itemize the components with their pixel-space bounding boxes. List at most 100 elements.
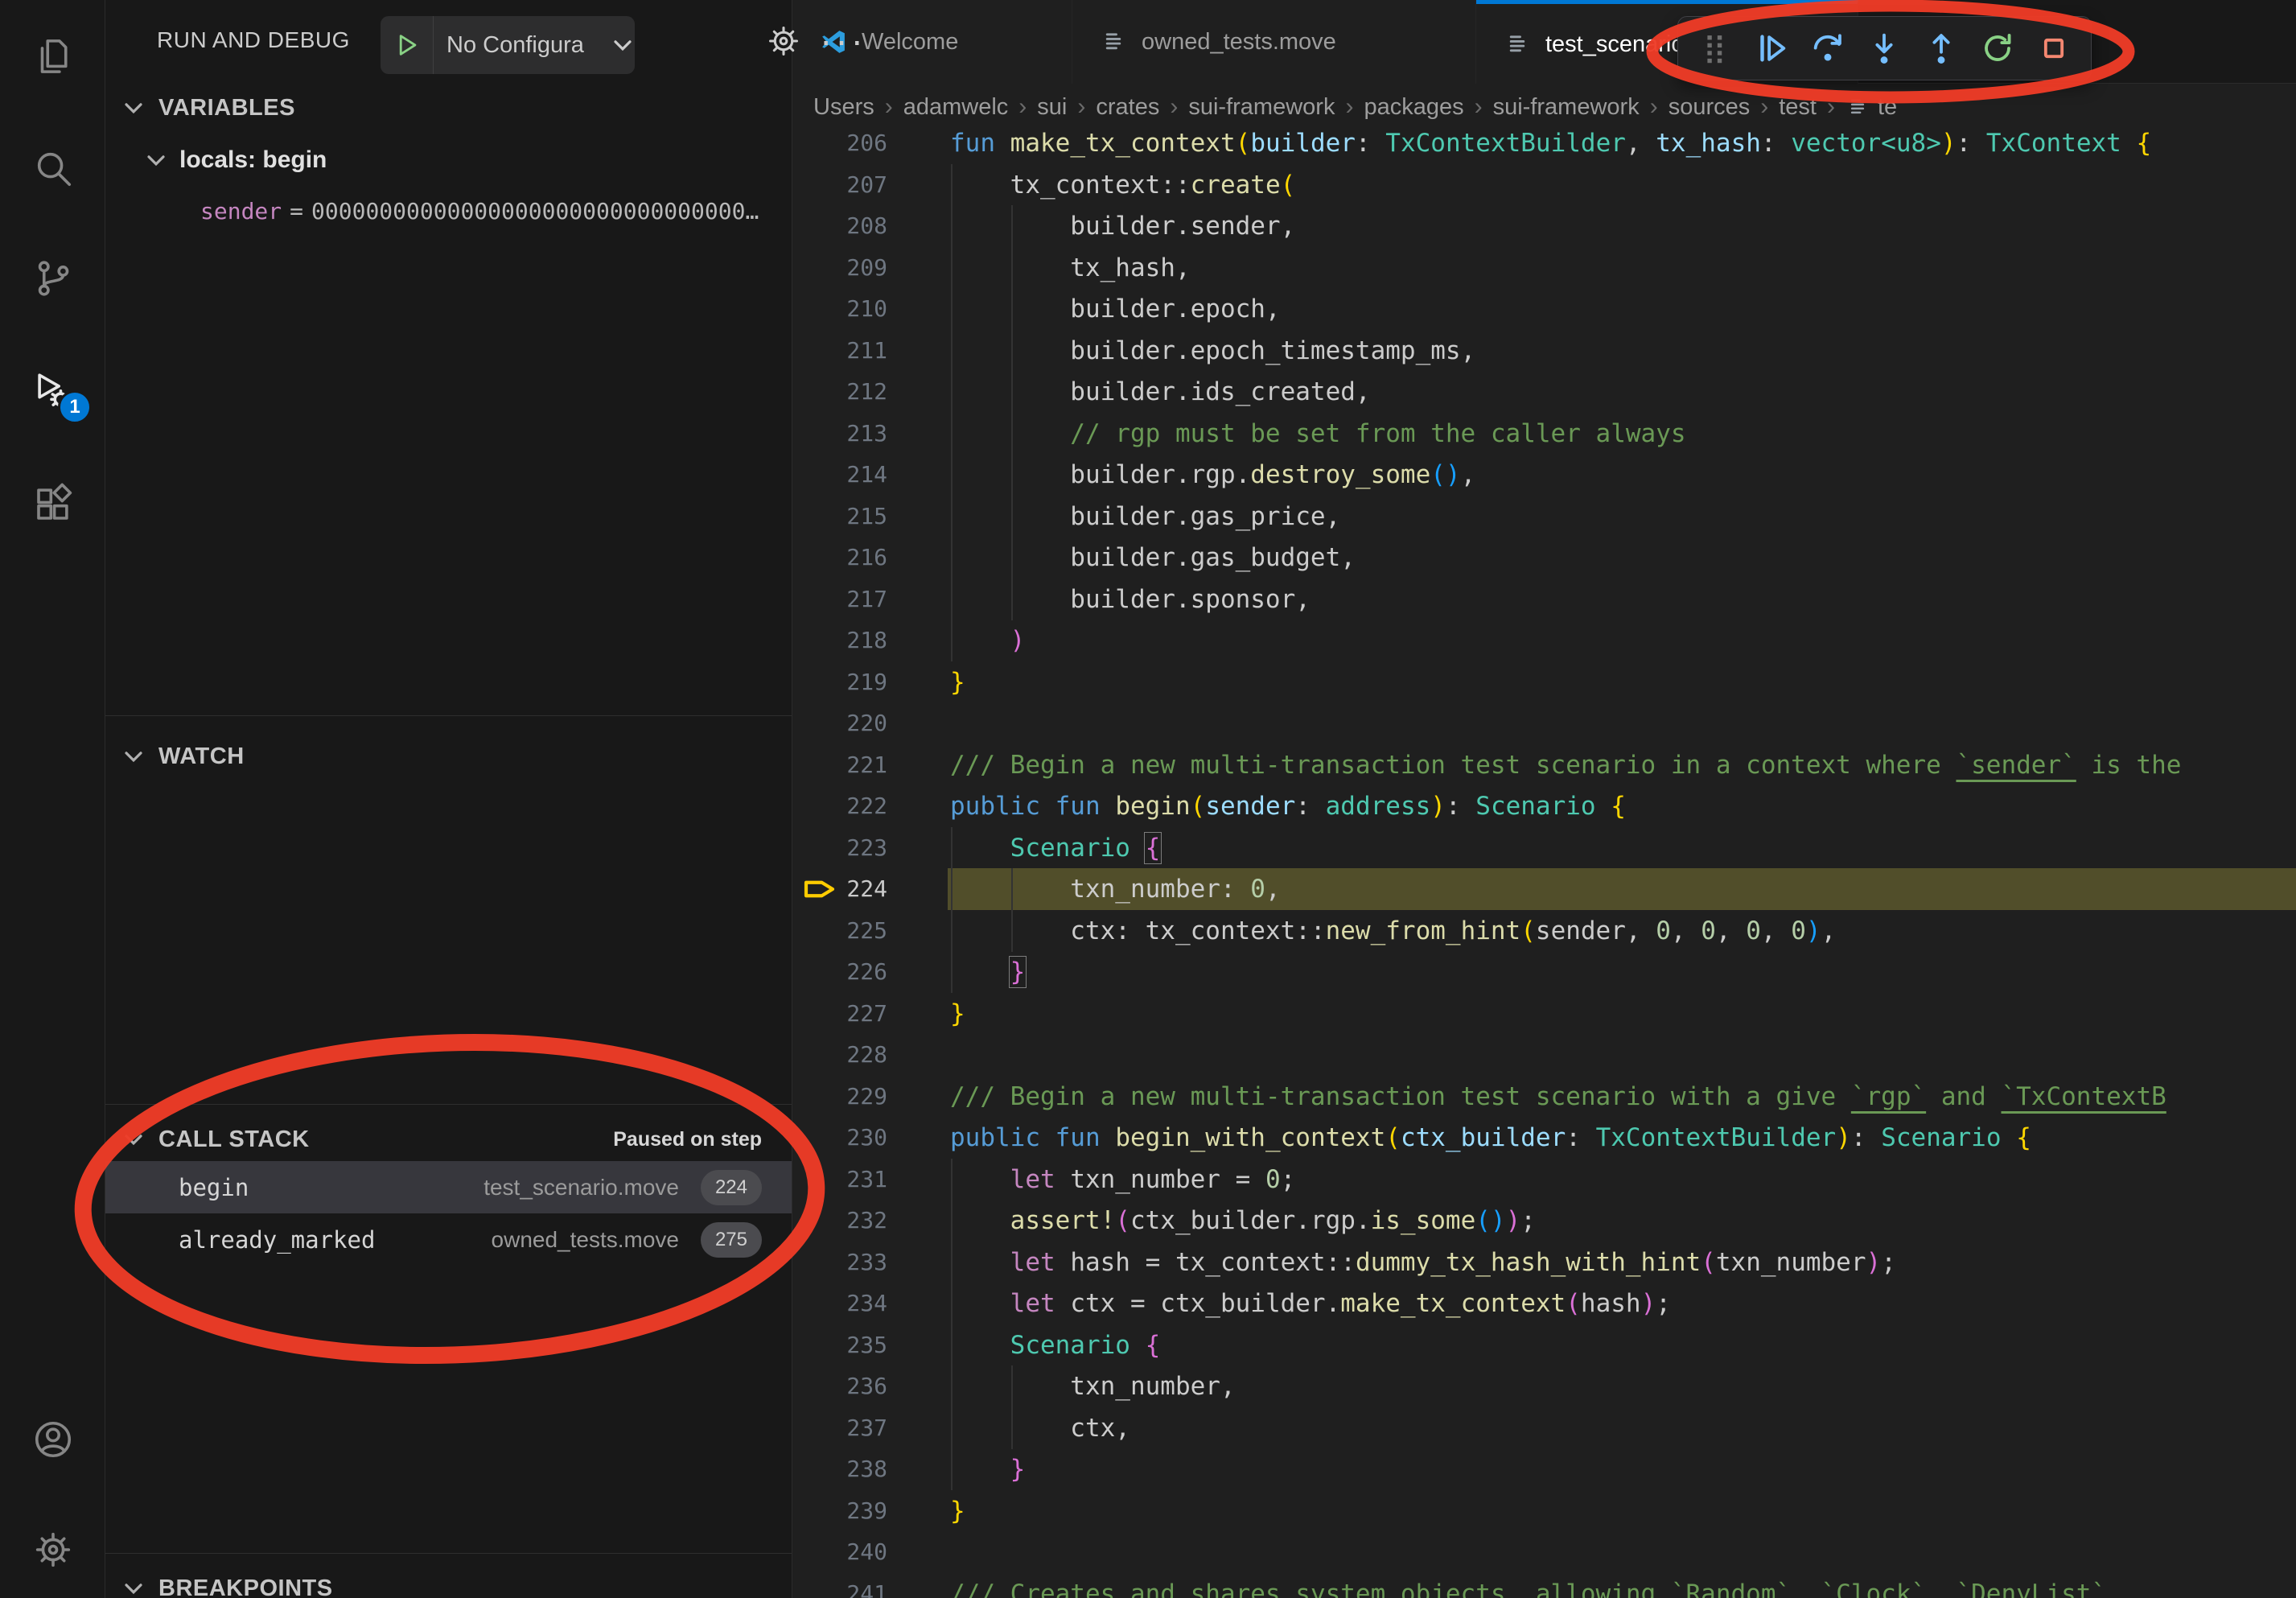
code-text: /// Begin a new multi-transaction test s… bbox=[950, 1076, 2166, 1118]
code-line: 226 } bbox=[792, 951, 2296, 993]
code-text: } bbox=[950, 1490, 965, 1532]
locals-scope-row[interactable]: locals: begin bbox=[105, 135, 792, 185]
step-out-button[interactable] bbox=[1920, 27, 1962, 69]
start-debug-button[interactable] bbox=[381, 16, 434, 74]
breadcrumb-item[interactable]: sources bbox=[1669, 94, 1751, 121]
run-config-dropdown[interactable]: No Configura bbox=[381, 16, 635, 74]
breadcrumb-separator: › bbox=[1650, 93, 1658, 121]
call-stack-frame-already_marked[interactable]: already_marked owned_tests.move 275 bbox=[105, 1213, 792, 1266]
frame-function: already_marked bbox=[179, 1226, 375, 1254]
code-line: 237 ctx, bbox=[792, 1407, 2296, 1449]
more-actions-button[interactable]: ··· bbox=[820, 18, 866, 63]
debug-settings-gear-icon[interactable] bbox=[765, 23, 802, 60]
drag-grip-button[interactable] bbox=[1694, 27, 1736, 69]
activity-item-account[interactable] bbox=[31, 1418, 75, 1461]
stop-icon bbox=[2035, 30, 2072, 67]
line-number: 222 bbox=[792, 785, 887, 827]
line-number: 206 bbox=[792, 130, 887, 164]
call-stack-frame-begin[interactable]: begin test_scenario.move 224 bbox=[105, 1161, 792, 1213]
breakpoints-section-header[interactable]: BREAKPOINTS bbox=[105, 1564, 792, 1598]
restart-button[interactable] bbox=[1977, 27, 2018, 69]
move-file-icon bbox=[1100, 28, 1127, 56]
breadcrumb-item[interactable]: packages bbox=[1364, 94, 1463, 121]
activity-item-search[interactable] bbox=[31, 146, 75, 190]
code-text: } bbox=[950, 661, 965, 703]
code-line: 239} bbox=[792, 1490, 2296, 1532]
code-text: public fun begin_with_context(ctx_builde… bbox=[950, 1117, 2031, 1159]
chevron-down-icon bbox=[144, 148, 168, 172]
code-line: 209 tx_hash, bbox=[792, 247, 2296, 289]
code-line: 218 ) bbox=[792, 620, 2296, 661]
code-text: ctx, bbox=[950, 1407, 1130, 1449]
frame-line-badge: 224 bbox=[701, 1170, 762, 1205]
code-line: 235 Scenario { bbox=[792, 1324, 2296, 1366]
code-text: let hash = tx_context::dummy_tx_hash_wit… bbox=[950, 1242, 1896, 1283]
variables-section-header[interactable]: VARIABLES bbox=[105, 84, 792, 132]
play-icon bbox=[393, 31, 421, 60]
watch-label: WATCH bbox=[158, 743, 245, 770]
line-number: 215 bbox=[792, 496, 887, 537]
debug-badge: 1 bbox=[58, 390, 92, 424]
activity-item-settings[interactable] bbox=[31, 1528, 75, 1571]
code-line: 212 builder.ids_created, bbox=[792, 371, 2296, 413]
activity-item-source-control[interactable] bbox=[31, 257, 75, 300]
breadcrumb-item[interactable]: sui bbox=[1037, 94, 1067, 121]
tab-label: owned_tests.move bbox=[1142, 29, 1336, 56]
chevron-down-icon bbox=[121, 1127, 146, 1151]
breadcrumb-item[interactable]: crates bbox=[1096, 94, 1159, 121]
breadcrumb-item[interactable]: adamwelc bbox=[903, 94, 1009, 121]
line-number: 231 bbox=[792, 1159, 887, 1201]
breadcrumb: Users›adamwelc›sui›crates›sui-framework›… bbox=[813, 84, 1897, 130]
line-number: 229 bbox=[792, 1076, 887, 1118]
line-number: 239 bbox=[792, 1490, 887, 1532]
code-line: 222 public fun begin(sender: address): Sc… bbox=[792, 785, 2296, 827]
code-text: Scenario { bbox=[950, 1324, 1160, 1366]
code-area[interactable]: 206fun make_tx_context(builder: TxContex… bbox=[792, 130, 2296, 1598]
code-text: } bbox=[950, 951, 1025, 993]
line-number: 241 bbox=[792, 1573, 887, 1598]
breadcrumb-file[interactable]: te bbox=[1878, 94, 1897, 121]
code-line: 221/// Begin a new multi-transaction tes… bbox=[792, 744, 2296, 786]
stop-button[interactable] bbox=[2033, 27, 2075, 69]
call-stack-section-header[interactable]: CALL STACK Paused on step bbox=[105, 1115, 792, 1163]
variables-label: VARIABLES bbox=[158, 95, 295, 121]
code-text: let ctx = ctx_builder.make_tx_context(ha… bbox=[950, 1283, 1671, 1324]
activity-item-extensions[interactable] bbox=[31, 482, 75, 525]
breadcrumb-separator: › bbox=[1760, 93, 1768, 121]
activity-item-run-and-debug[interactable]: 1 bbox=[31, 369, 75, 413]
code-line: 236 txn_number, bbox=[792, 1365, 2296, 1407]
code-text: txn_number: 0, bbox=[950, 868, 1281, 910]
breadcrumb-item[interactable]: Users bbox=[813, 94, 874, 121]
breakpoints-label: BREAKPOINTS bbox=[158, 1575, 333, 1598]
code-line: 220 bbox=[792, 702, 2296, 744]
code-line: 240 bbox=[792, 1531, 2296, 1573]
code-line: 234 let ctx = ctx_builder.make_tx_contex… bbox=[792, 1283, 2296, 1324]
step-into-button[interactable] bbox=[1863, 27, 1905, 69]
watch-section-header[interactable]: WATCH bbox=[105, 732, 792, 780]
breadcrumb-item[interactable]: sui-framework bbox=[1188, 94, 1335, 121]
code-line: 225 ctx: tx_context::new_from_hint(sende… bbox=[792, 910, 2296, 952]
code-text: builder.epoch, bbox=[950, 288, 1281, 330]
breadcrumb-item[interactable]: sui-framework bbox=[1493, 94, 1640, 121]
code-line: 241/// Creates and shares system objects… bbox=[792, 1573, 2296, 1598]
frame-function: begin bbox=[179, 1174, 249, 1201]
continue-button[interactable] bbox=[1751, 27, 1792, 69]
code-line: 216 builder.gas_budget, bbox=[792, 537, 2296, 579]
code-text: txn_number, bbox=[950, 1365, 1236, 1407]
section-divider bbox=[105, 1553, 792, 1554]
line-number: 216 bbox=[792, 537, 887, 579]
debug-current-line-marker-icon bbox=[804, 877, 837, 901]
line-number: 217 bbox=[792, 579, 887, 620]
variable-name: sender bbox=[200, 198, 282, 224]
breadcrumb-item[interactable]: test bbox=[1779, 94, 1817, 121]
variable-row-sender[interactable]: sender = 0000000000000000000000000000000… bbox=[105, 186, 792, 236]
tab-owned-tests-move[interactable]: owned_tests.move bbox=[1072, 0, 1476, 84]
activity-item-explorer[interactable] bbox=[31, 35, 75, 78]
drag-grip-icon bbox=[1697, 30, 1734, 67]
code-line: 210 builder.epoch, bbox=[792, 288, 2296, 330]
chevron-down-icon bbox=[611, 33, 635, 57]
line-number: 235 bbox=[792, 1324, 887, 1366]
step-over-button[interactable] bbox=[1807, 27, 1849, 69]
code-line: 223 Scenario { bbox=[792, 827, 2296, 869]
code-text: public fun begin(sender: address): Scena… bbox=[950, 785, 1626, 827]
